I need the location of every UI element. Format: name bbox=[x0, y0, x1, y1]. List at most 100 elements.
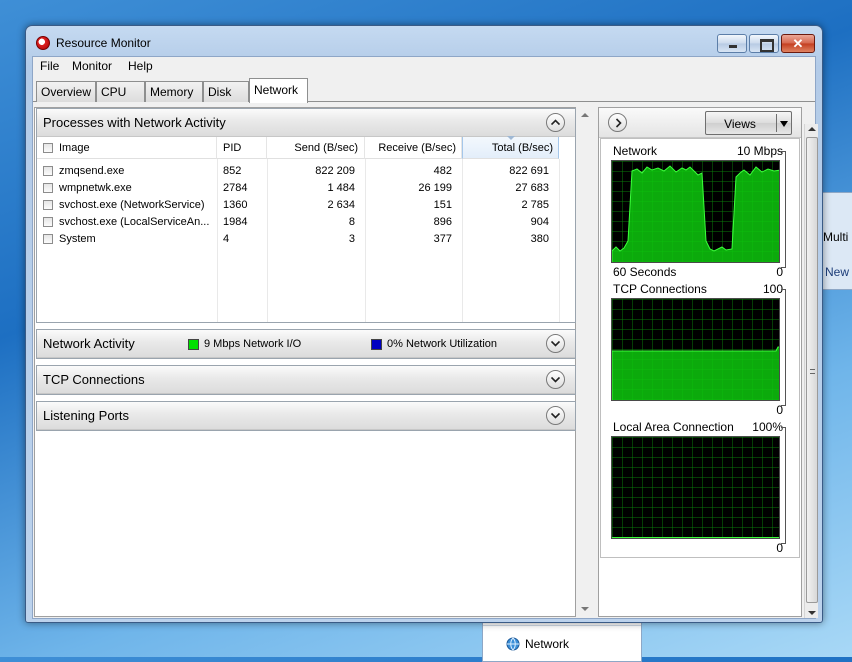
scroll-down-arrow-icon[interactable] bbox=[808, 611, 816, 615]
table-row[interactable]: svchost.exe (NetworkService) 1360 2 634 151… bbox=[37, 197, 575, 214]
views-dropdown-button[interactable]: Views bbox=[705, 111, 792, 135]
graph-min-label: 0 bbox=[776, 265, 783, 279]
tab-overview[interactable]: Overview bbox=[36, 81, 96, 102]
network-utilization-label: 0% Network Utilization bbox=[387, 338, 498, 350]
collapse-processes-button[interactable] bbox=[546, 113, 565, 132]
expand-network-activity-button[interactable] bbox=[546, 334, 565, 353]
row-checkbox[interactable] bbox=[43, 200, 53, 210]
scroll-down-arrow-icon[interactable] bbox=[581, 607, 589, 611]
cell-send: 2 634 bbox=[327, 199, 355, 211]
graphs-pane-scrollbar[interactable] bbox=[804, 124, 818, 618]
row-checkbox[interactable] bbox=[43, 234, 53, 244]
chevron-down-icon bbox=[551, 340, 560, 347]
tab-cpu[interactable]: CPU bbox=[96, 81, 145, 102]
cell-send: 822 209 bbox=[315, 165, 355, 177]
row-checkbox[interactable] bbox=[43, 183, 53, 193]
graphs-pane-header: Views bbox=[599, 108, 801, 138]
window-title: Resource Monitor bbox=[56, 36, 151, 50]
graphs-panel: Network 10 Mbps 60 Seconds 0 TCP Connect… bbox=[600, 138, 800, 558]
network-io-label: 9 Mbps Network I/O bbox=[204, 338, 302, 350]
cell-receive: 377 bbox=[433, 233, 452, 245]
expand-listening-ports-button[interactable] bbox=[546, 406, 565, 425]
graph-max-label: 100 bbox=[762, 282, 783, 296]
background-window-text: Multi bbox=[823, 230, 849, 244]
cell-image: System bbox=[59, 233, 96, 245]
close-button[interactable]: ✕ bbox=[781, 34, 815, 53]
resource-monitor-icon bbox=[36, 36, 50, 50]
cell-pid: 4 bbox=[223, 233, 230, 245]
graph-scale-bracket bbox=[781, 289, 786, 406]
table-row[interactable]: System 4 3 377 380 bbox=[37, 231, 575, 248]
row-checkbox[interactable] bbox=[43, 166, 53, 176]
tcp-connections-graph-canvas bbox=[611, 298, 780, 401]
graph-max-label: 100% bbox=[752, 420, 783, 434]
column-label: Total (B/sec) bbox=[491, 142, 553, 154]
tcp-connections-header[interactable]: TCP Connections bbox=[37, 366, 575, 394]
column-label: Receive (B/sec) bbox=[378, 142, 456, 154]
cell-total: 822 691 bbox=[509, 165, 549, 177]
background-window-right[interactable]: Multi New bbox=[818, 192, 852, 290]
row-checkbox[interactable] bbox=[43, 217, 53, 227]
cell-image: svchost.exe (NetworkService) bbox=[59, 199, 205, 211]
views-label: Views bbox=[724, 117, 756, 131]
column-header-pid[interactable]: PID bbox=[217, 137, 267, 159]
chevron-down-icon bbox=[551, 376, 560, 383]
cell-pid: 1360 bbox=[223, 199, 248, 211]
cell-total: 904 bbox=[530, 216, 549, 228]
menu-bar: File Monitor Help bbox=[33, 57, 815, 76]
menu-file[interactable]: File bbox=[40, 59, 59, 73]
column-header-send[interactable]: Send (B/sec) bbox=[267, 137, 365, 159]
table-row[interactable]: svchost.exe (LocalServiceAn... 1984 8 896 90… bbox=[37, 214, 575, 231]
title-bar[interactable]: Resource Monitor ✕ bbox=[26, 26, 822, 56]
graph-scale-bracket bbox=[781, 427, 786, 544]
tab-disk[interactable]: Disk bbox=[203, 81, 249, 102]
cell-pid: 1984 bbox=[223, 216, 248, 228]
maximize-button[interactable] bbox=[749, 34, 779, 53]
left-pane-scrollbar[interactable] bbox=[577, 107, 593, 617]
scroll-up-arrow-icon[interactable] bbox=[581, 113, 589, 117]
menu-help[interactable]: Help bbox=[128, 59, 153, 73]
dropdown-arrow-icon[interactable] bbox=[780, 121, 788, 127]
cell-pid: 852 bbox=[223, 165, 242, 177]
network-activity-header[interactable]: Network Activity 9 Mbps Network I/O 0% N… bbox=[37, 330, 575, 358]
table-row[interactable]: zmqsend.exe 852 822 209 482 822 691 bbox=[37, 163, 575, 180]
column-header-image[interactable]: Image bbox=[37, 137, 217, 159]
column-label: Send (B/sec) bbox=[294, 142, 358, 154]
minimize-button[interactable] bbox=[717, 34, 747, 53]
cell-send: 1 484 bbox=[327, 182, 355, 194]
background-window-bottom[interactable]: Network bbox=[482, 622, 642, 662]
network-label[interactable]: Network bbox=[525, 637, 569, 651]
cell-image: wmpnetwk.exe bbox=[59, 182, 132, 194]
select-all-checkbox[interactable] bbox=[43, 143, 53, 153]
processes-title: Processes with Network Activity bbox=[43, 115, 226, 130]
scroll-up-arrow-icon[interactable] bbox=[808, 127, 816, 131]
resource-monitor-window: Resource Monitor ✕ File Monitor Help Ove… bbox=[25, 25, 823, 623]
chevron-right-icon bbox=[615, 118, 622, 128]
tab-memory[interactable]: Memory bbox=[145, 81, 203, 102]
menu-monitor[interactable]: Monitor bbox=[72, 59, 112, 73]
network-graph: Network 10 Mbps 60 Seconds 0 bbox=[611, 141, 793, 279]
cell-receive: 151 bbox=[433, 199, 452, 211]
column-label: Image bbox=[59, 142, 90, 154]
column-header-receive[interactable]: Receive (B/sec) bbox=[365, 137, 462, 159]
listening-ports-header[interactable]: Listening Ports bbox=[37, 402, 575, 430]
expand-tcp-connections-button[interactable] bbox=[546, 370, 565, 389]
processes-table: Image PID Send (B/sec) Receive (B/sec) T… bbox=[37, 136, 575, 322]
listening-ports-title: Listening Ports bbox=[43, 408, 129, 423]
processes-header[interactable]: Processes with Network Activity bbox=[37, 109, 575, 137]
graph-title: Network bbox=[613, 144, 658, 158]
background-window-link[interactable]: New bbox=[825, 265, 849, 279]
cell-total: 2 785 bbox=[521, 199, 549, 211]
scrollbar-thumb[interactable] bbox=[806, 137, 818, 603]
sort-descending-icon bbox=[507, 136, 515, 140]
lan-graph-plot bbox=[612, 437, 779, 538]
table-row[interactable]: wmpnetwk.exe 2784 1 484 26 199 27 683 bbox=[37, 180, 575, 197]
left-pane: Processes with Network Activity Image PI… bbox=[34, 107, 576, 617]
network-activity-title: Network Activity bbox=[43, 336, 135, 351]
column-header-total[interactable]: Total (B/sec) bbox=[462, 136, 559, 159]
client-area: File Monitor Help Overview CPU Memory Di… bbox=[32, 56, 818, 619]
tab-network[interactable]: Network bbox=[249, 78, 308, 103]
cell-send: 3 bbox=[348, 233, 355, 245]
cell-image: svchost.exe (LocalServiceAn... bbox=[59, 216, 210, 228]
toggle-graphs-pane-button[interactable] bbox=[608, 113, 627, 132]
